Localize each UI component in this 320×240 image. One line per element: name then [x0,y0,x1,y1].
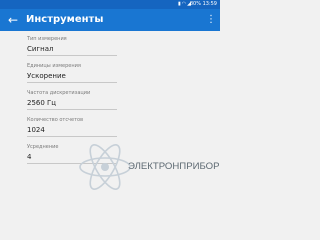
field-value[interactable]: Ускорение [27,71,117,83]
battery-level: 80% [189,1,201,7]
status-bar: ▮◠◢ 80% 13:59 [0,0,220,9]
sampling-rate-field[interactable]: Частота дискретизации 2560 Гц [27,90,117,110]
app-bar: ← Инструменты ⋮ [0,9,220,31]
sample-count-field[interactable]: Количество отсчетов 1024 [27,117,117,137]
status-time: 13:59 [202,1,217,7]
atom-logo-icon [79,144,131,190]
measurement-type-field[interactable]: Тип измерения Сигнал [27,36,117,56]
field-label: Частота дискретизации [27,90,91,96]
field-value[interactable]: 2560 Гц [27,98,117,110]
field-label: Единицы измерения [27,63,81,69]
field-value[interactable]: Сигнал [27,44,117,56]
page-title: Инструменты [26,14,104,25]
arrow-back-icon[interactable]: ← [6,12,20,28]
units-field[interactable]: Единицы измерения Ускорение [27,63,117,83]
more-vert-icon[interactable]: ⋮ [206,12,216,28]
brand-watermark: ЭЛЕКТРОНПРИБОР [60,136,220,198]
field-label: Количество отсчетов [27,117,84,123]
brand-text: ЭЛЕКТРОНПРИБОР [128,161,220,172]
field-label: Тип измерения [27,36,67,42]
